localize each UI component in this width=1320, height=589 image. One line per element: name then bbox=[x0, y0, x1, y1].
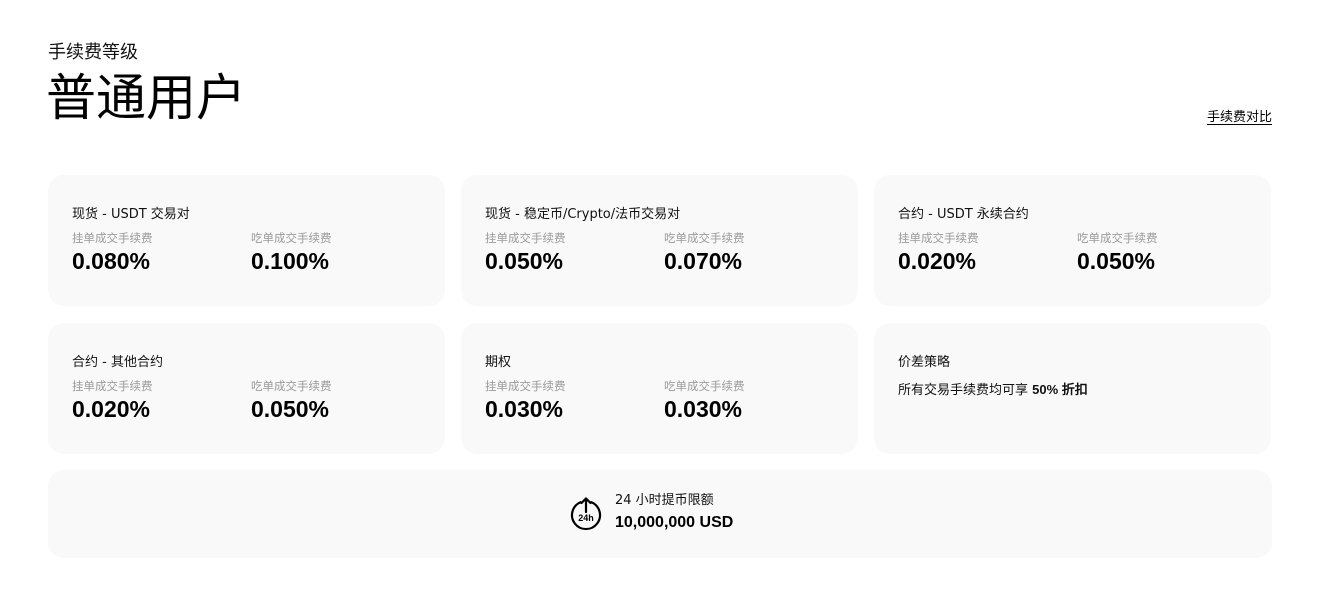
fee-compare-link[interactable]: 手续费对比 bbox=[1207, 108, 1272, 128]
maker-fee-value: 0.020% bbox=[898, 248, 977, 274]
taker-fee-label: 吃单成交手续费 bbox=[251, 231, 332, 245]
24h-withdraw-icon: 24h bbox=[570, 497, 602, 531]
maker-fee-label: 挂单成交手续费 bbox=[485, 231, 566, 245]
maker-fee-label: 挂单成交手续费 bbox=[485, 379, 566, 393]
taker-fee: 吃单成交手续费 0.050% bbox=[1077, 230, 1158, 275]
card-title: 合约 - 其他合约 bbox=[72, 355, 163, 370]
spread-description-text: 所有交易手续费均可享 bbox=[898, 383, 1033, 398]
taker-fee-label: 吃单成交手续费 bbox=[664, 231, 745, 245]
fee-card-options: 期权 挂单成交手续费 0.030% 吃单成交手续费 0.030% bbox=[461, 323, 858, 454]
taker-fee-value: 0.030% bbox=[664, 396, 743, 422]
taker-fee-value: 0.050% bbox=[251, 396, 330, 422]
card-title: 价差策略 bbox=[898, 355, 951, 370]
maker-fee-label: 挂单成交手续费 bbox=[72, 379, 153, 393]
maker-fee-label: 挂单成交手续费 bbox=[72, 231, 153, 245]
fee-card-spot-stable: 现货 - 稳定币/Crypto/法币交易对 挂单成交手续费 0.050% 吃单成… bbox=[461, 175, 858, 306]
withdraw-limit-card: 24h 24 小时提币限额 10,000,000 USD bbox=[48, 470, 1272, 558]
card-title: 现货 - 稳定币/Crypto/法币交易对 bbox=[485, 207, 681, 222]
maker-fee: 挂单成交手续费 0.050% bbox=[485, 230, 566, 275]
taker-fee: 吃单成交手续费 0.030% bbox=[664, 378, 745, 423]
maker-fee: 挂单成交手续费 0.020% bbox=[72, 378, 153, 423]
spread-description: 所有交易手续费均可享 50% 折扣 bbox=[898, 381, 1088, 400]
fee-card-spot-usdt: 现货 - USDT 交易对 挂单成交手续费 0.080% 吃单成交手续费 0.1… bbox=[48, 175, 445, 306]
taker-fee-value: 0.100% bbox=[251, 248, 330, 274]
maker-fee: 挂单成交手续费 0.020% bbox=[898, 230, 979, 275]
maker-fee: 挂单成交手续费 0.080% bbox=[72, 230, 153, 275]
card-title: 期权 bbox=[485, 355, 512, 370]
fee-card-futures-other: 合约 - 其他合约 挂单成交手续费 0.020% 吃单成交手续费 0.050% bbox=[48, 323, 445, 454]
fee-card-futures-usdt: 合约 - USDT 永续合约 挂单成交手续费 0.020% 吃单成交手续费 0.… bbox=[874, 175, 1271, 306]
24h-icon-text: 24h bbox=[578, 513, 594, 523]
card-title: 合约 - USDT 永续合约 bbox=[898, 207, 1029, 222]
maker-fee: 挂单成交手续费 0.030% bbox=[485, 378, 566, 423]
spread-discount-highlight: 50% 折扣 bbox=[1032, 382, 1088, 397]
taker-fee-value: 0.070% bbox=[664, 248, 743, 274]
taker-fee-label: 吃单成交手续费 bbox=[1077, 231, 1158, 245]
fee-tier-subtitle: 手续费等级 bbox=[48, 42, 138, 63]
maker-fee-value: 0.050% bbox=[485, 248, 564, 274]
maker-fee-value: 0.080% bbox=[72, 248, 151, 274]
maker-fee-label: 挂单成交手续费 bbox=[898, 231, 979, 245]
withdraw-limit-label: 24 小时提币限额 bbox=[615, 493, 714, 508]
spread-strategy-card: 价差策略 所有交易手续费均可享 50% 折扣 bbox=[874, 323, 1271, 454]
page-title: 普通用户 bbox=[46, 69, 246, 127]
maker-fee-value: 0.020% bbox=[72, 396, 151, 422]
maker-fee-value: 0.030% bbox=[485, 396, 564, 422]
card-title: 现货 - USDT 交易对 bbox=[72, 207, 190, 222]
taker-fee: 吃单成交手续费 0.070% bbox=[664, 230, 745, 275]
withdraw-limit-value: 10,000,000 USD bbox=[615, 514, 734, 531]
taker-fee: 吃单成交手续费 0.100% bbox=[251, 230, 332, 275]
taker-fee-label: 吃单成交手续费 bbox=[251, 379, 332, 393]
taker-fee-label: 吃单成交手续费 bbox=[664, 379, 745, 393]
taker-fee-value: 0.050% bbox=[1077, 248, 1156, 274]
taker-fee: 吃单成交手续费 0.050% bbox=[251, 378, 332, 423]
